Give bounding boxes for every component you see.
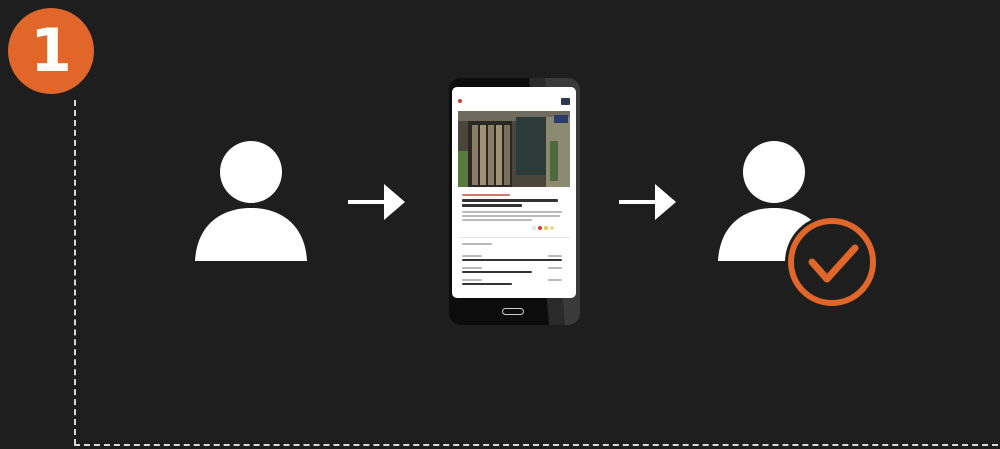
dashed-divider-horizontal [74,444,998,446]
verified-user-icon [718,141,879,309]
share-dot [544,226,548,230]
divider [458,237,570,238]
list-meta-line [462,255,482,257]
list-item-line [462,259,562,261]
list-item-line [462,283,512,285]
phone-screen [452,87,576,298]
dashed-divider-vertical [74,100,76,445]
article-text-line [462,211,562,213]
site-header [458,95,570,107]
article-title-line [462,199,558,202]
share-dot [532,226,536,230]
article-text-line [462,215,560,217]
section-label-line [462,243,492,245]
list-meta-line [548,267,562,269]
article-text-line [462,219,532,221]
list-meta-line [462,267,482,269]
share-dot [550,226,554,230]
article-category-line [462,194,510,196]
step-number: 1 [30,16,72,86]
arrow-right-icon [619,184,676,220]
site-logo [458,98,464,104]
article-title-line [462,204,522,207]
arrow-right-icon [348,184,405,220]
list-item-line [462,271,532,273]
home-button-icon [502,308,524,315]
article-hero-image [458,111,570,187]
user-icon [195,141,307,261]
menu-icon [561,97,570,105]
step-number-badge: 1 [8,8,94,94]
smartphone-icon [449,78,580,325]
list-meta-line [548,279,562,281]
list-meta-line [548,255,562,257]
list-meta-line [462,279,482,281]
share-dot [538,226,542,230]
